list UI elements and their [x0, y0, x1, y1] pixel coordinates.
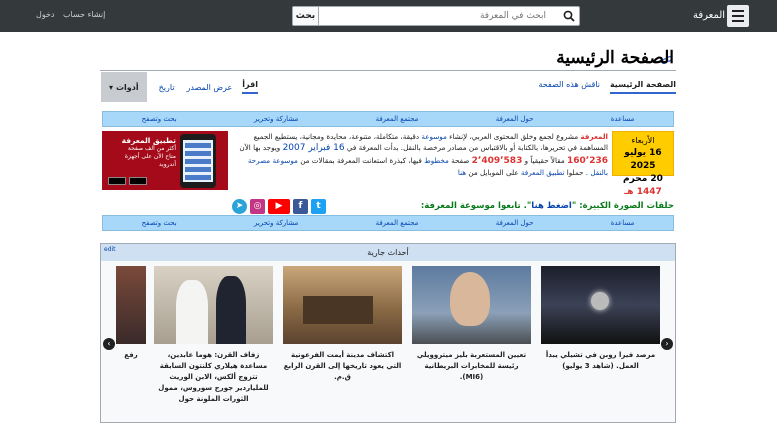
app-banner[interactable]: تطبيق المعرفة أكثر من ألف صفحة متاح الآن…	[102, 131, 228, 190]
nav-contribute[interactable]: مشاركة وتحرير	[254, 115, 298, 123]
login-link[interactable]: دخول	[36, 10, 54, 19]
namespace-tabs: الصفحة الرئيسية ناقش هذه الصفحة	[538, 80, 676, 94]
nav-contribute[interactable]: مشاركة وتحرير	[254, 219, 298, 227]
instagram-icon[interactable]: ◎	[250, 199, 265, 214]
event-caption: مرصد فيرا روبن في تشيلي يبدأ العمل. (شاه…	[545, 351, 656, 370]
event-caption: اكتشاف مدينة أيمت الفرعونية التي يعود تا…	[283, 351, 402, 381]
tab-main-page[interactable]: الصفحة الرئيسية	[609, 80, 676, 94]
edit-link[interactable]: edit	[104, 246, 116, 253]
social-text: حلقات الصورة الكبيرة: "اضغط هنا". تابعوا…	[420, 201, 674, 211]
article-count: 160٬236	[567, 155, 608, 166]
app-banner-text: تطبيق المعرفة أكثر من ألف صفحة متاح الآن…	[121, 136, 176, 169]
event-card[interactable]: زفاف القرن: هوما عابدين، مساعدة هيلاري ك…	[154, 266, 273, 405]
welcome-text: المعرفة مشروع لجمع وخلق المحتوى العربي، …	[239, 132, 608, 177]
tab-read[interactable]: اقرأ	[242, 80, 258, 94]
click-here-link[interactable]: اضغط هنا	[531, 201, 572, 211]
youtube-icon[interactable]: ▶	[268, 199, 290, 214]
manuscript-link[interactable]: مخطوط	[424, 156, 449, 165]
events-title: أحداث جارية	[367, 248, 409, 257]
tab-view-source[interactable]: عرض المصدر	[187, 83, 233, 92]
facebook-icon[interactable]: f	[293, 199, 308, 214]
store-badges	[108, 177, 147, 185]
app-link[interactable]: تطبيق المعرفة	[521, 168, 565, 177]
store-badge-icon	[129, 177, 147, 185]
portrait-image[interactable]	[412, 266, 531, 344]
account-links: إنشاء حساب دخول	[36, 10, 111, 19]
nav-browse[interactable]: بحث وتصفح	[142, 219, 177, 227]
carousel-prev-icon[interactable]: ‹	[103, 338, 115, 350]
hijri-date: 20 محرم 1447 هـ	[623, 174, 663, 197]
gregorian-date: 16 يوليو 2025	[624, 148, 662, 171]
nav-community[interactable]: مجتمع المعرفة	[376, 115, 419, 123]
search-input[interactable]	[320, 7, 550, 25]
excavation-image[interactable]	[283, 266, 402, 344]
event-card[interactable]: مرصد فيرا روبن في تشيلي يبدأ العمل. (شاه…	[541, 266, 660, 372]
event-caption: زفاف القرن: هوما عابدين، مساعدة هيلاري ك…	[158, 351, 269, 403]
tab-history[interactable]: تاريخ	[159, 83, 175, 92]
nav-about[interactable]: حول المعرفة	[496, 219, 534, 227]
search-icon	[563, 10, 575, 22]
portal-nav-top: بحث وتصفح مشاركة وتحرير مجتمع المعرفة حو…	[102, 111, 674, 127]
event-image[interactable]	[116, 266, 146, 344]
site-name: المعرفة	[580, 132, 608, 141]
twitter-icon[interactable]: t	[311, 199, 326, 214]
start-date-link[interactable]: 16 فبراير 2007	[283, 143, 345, 153]
nav-browse[interactable]: بحث وتصفح	[142, 115, 177, 123]
tab-discuss[interactable]: ناقش هذه الصفحة	[538, 80, 599, 94]
tools-label: أدوات	[116, 82, 139, 92]
event-card[interactable]: اكتشاف مدينة أيمت الفرعونية التي يعود تا…	[283, 266, 402, 383]
nav-help[interactable]: مساعدة	[611, 219, 635, 227]
social-row: حلقات الصورة الكبيرة: "اضغط هنا". تابعوا…	[232, 198, 674, 216]
create-account-link[interactable]: إنشاء حساب	[63, 10, 105, 19]
page-title: الصفحة الرئيسية	[556, 48, 674, 68]
main-menu-button[interactable]	[727, 5, 749, 27]
nav-community[interactable]: مجتمع المعرفة	[376, 219, 419, 227]
nav-about[interactable]: حول المعرفة	[496, 115, 534, 123]
events-header: أحداث جارية	[101, 244, 675, 261]
event-caption: رفع	[124, 351, 138, 359]
manuscript-count: 2٬409٬583	[471, 155, 523, 166]
wedding-image[interactable]	[154, 266, 273, 344]
date-box: الأربعاء 16 يوليو 2025 20 محرم 1447 هـ	[612, 131, 674, 197]
event-card[interactable]: رفع	[116, 266, 146, 361]
event-card[interactable]: تعيين المستعربة بليز ميتروويلي رئيسة للم…	[412, 266, 531, 383]
search-button[interactable]: بحث	[293, 7, 319, 25]
portal-nav-bottom: بحث وتصفح مشاركة وتحرير مجتمع المعرفة حو…	[102, 215, 674, 231]
search-box: بحث	[292, 6, 580, 26]
tools-menu[interactable]: ▾ أدوات	[101, 72, 147, 102]
encyclopedia-link[interactable]: موسوعة	[421, 132, 446, 141]
here-link[interactable]: هنا	[458, 168, 466, 177]
carousel-next-icon[interactable]: ›	[661, 338, 673, 350]
observatory-image[interactable]	[541, 266, 660, 344]
android-badge-icon	[108, 177, 126, 185]
site-brand[interactable]: المعرفة	[693, 10, 725, 21]
weekday: الأربعاء	[631, 136, 655, 145]
current-events: أحداث جارية edit مرصد فيرا روبن في تشيلي…	[100, 243, 676, 423]
nav-help[interactable]: مساعدة	[611, 115, 635, 123]
phone-icon	[180, 134, 216, 188]
chevron-down-icon: ▾	[109, 82, 114, 92]
event-caption: تعيين المستعربة بليز ميتروويلي رئيسة للم…	[416, 351, 527, 381]
title-divider	[100, 70, 676, 71]
telegram-icon[interactable]: ➤	[232, 199, 247, 214]
top-bar: إنشاء حساب دخول بحث المعرفة	[0, 0, 777, 32]
hamburger-icon	[732, 10, 744, 12]
view-tabs: ▾ أدوات تاريخ عرض المصدر اقرأ	[101, 72, 258, 102]
